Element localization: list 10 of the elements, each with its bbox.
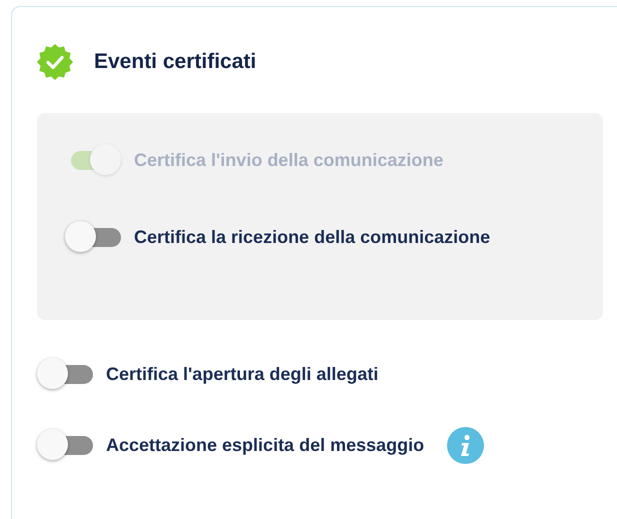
card-title: Eventi certificati: [94, 50, 256, 74]
toggle-label: Certifica l'invio della comunicazione: [134, 150, 444, 170]
toggle-label: Certifica l'apertura degli allegati: [106, 364, 378, 384]
toggle-switch[interactable]: [37, 429, 93, 461]
toggle-label: Accettazione esplicita del messaggio: [106, 434, 424, 456]
info-icon[interactable]: [447, 426, 484, 464]
toggle-switch[interactable]: [65, 221, 121, 253]
toggle-label: Certifica la ricezione della comunicazione: [134, 226, 490, 248]
verified-badge-icon: [37, 44, 73, 80]
toggle-switch[interactable]: [37, 358, 93, 390]
